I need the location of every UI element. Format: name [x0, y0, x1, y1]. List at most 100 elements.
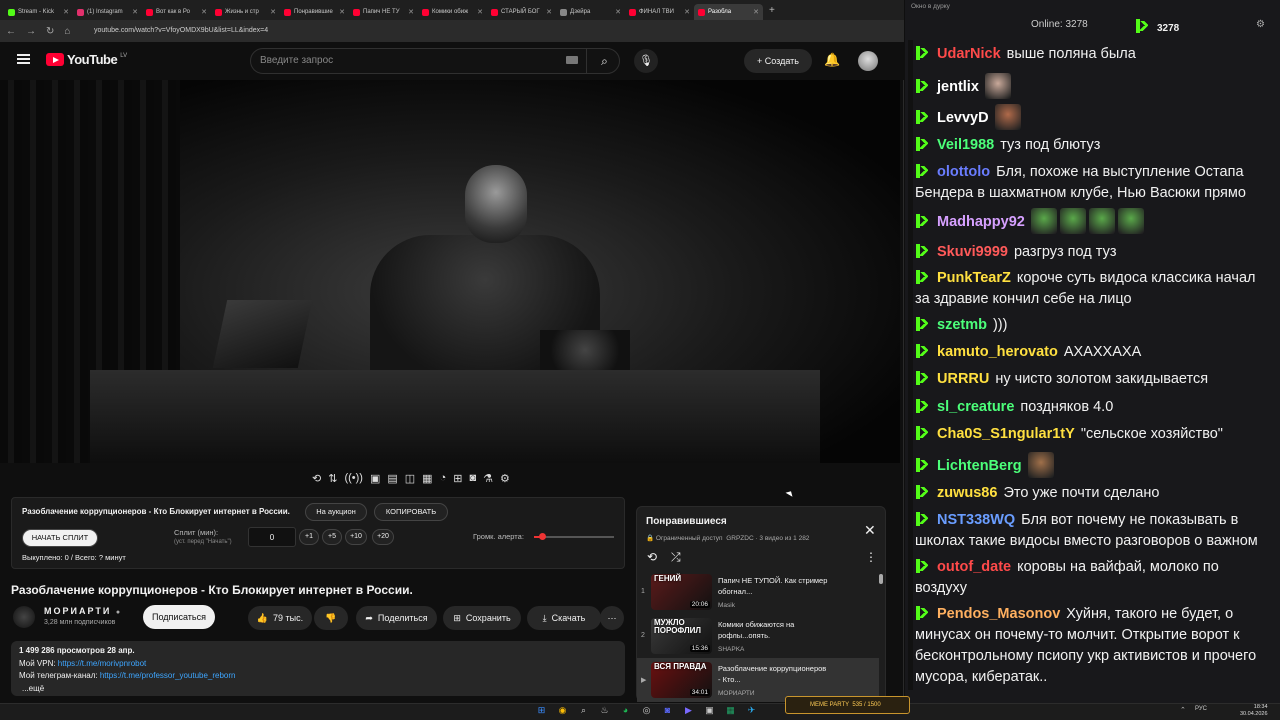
to-auction-button[interactable]: На аукцион — [305, 503, 367, 521]
channel-avatar[interactable] — [13, 606, 35, 628]
browser-tab[interactable]: Дзейра ✕ — [556, 4, 625, 20]
chat-username[interactable]: Cha0S_S1ngular1tY — [937, 426, 1075, 442]
clip-icon[interactable]: ▤ — [387, 472, 397, 485]
keyboard-language[interactable]: РУС — [1195, 706, 1207, 712]
more-actions-icon[interactable]: ⋯ — [600, 606, 624, 630]
increment-button[interactable]: +5 — [322, 529, 342, 545]
chat-username[interactable]: NST338WQ — [937, 512, 1015, 528]
playlist-loop-icon[interactable]: ⟲ — [647, 550, 657, 564]
subscribe-button[interactable]: Подписаться — [143, 605, 215, 629]
increment-button[interactable]: +20 — [372, 529, 394, 545]
search-icon[interactable]: ⌕ — [586, 48, 622, 74]
user-avatar[interactable] — [858, 51, 878, 71]
browser-tab[interactable]: Комики обиж ✕ — [418, 4, 487, 20]
screenshot-icon[interactable]: ▣ — [370, 472, 380, 485]
playlist-more-icon[interactable]: ⋮ — [865, 550, 877, 564]
chat-username[interactable]: jentlix — [937, 79, 979, 95]
settings-gear-icon[interactable]: ⚙ — [500, 472, 510, 485]
like-button[interactable]: 👍 79 тыс. — [248, 606, 312, 630]
playlist-thumbnail[interactable]: ВСЯ ПРАВДА 34:01 — [651, 662, 712, 698]
tab-close-icon[interactable]: ✕ — [201, 8, 207, 16]
channel-name[interactable]: МОРИАРТИ ● — [44, 606, 122, 616]
playlist-scrollbar[interactable] — [878, 574, 884, 694]
chat-username[interactable]: LichtenBerg — [937, 458, 1022, 474]
copy-button[interactable]: КОПИРОВАТЬ — [374, 503, 448, 521]
app-icon[interactable]: ▣ — [703, 704, 716, 717]
audio-icon[interactable]: ((•)) — [344, 472, 363, 484]
speed-icon[interactable]: ◔ — [440, 472, 447, 484]
playlist-shuffle-icon[interactable]: ⤮ — [671, 550, 681, 565]
tab-close-icon[interactable]: ✕ — [270, 8, 276, 16]
chat-username[interactable]: Skuvi9999 — [937, 244, 1008, 260]
browser-tab[interactable]: Жизнь и стр ✕ — [211, 4, 280, 20]
sort-icon[interactable]: ⇅ — [328, 472, 337, 485]
browser-tab[interactable]: СТАРЫЙ БОГ ✕ — [487, 4, 556, 20]
alert-volume-slider[interactable] — [534, 536, 614, 538]
save-button[interactable]: ⊞ Сохранить — [443, 606, 521, 630]
download-button[interactable]: ⤓ Скачать — [527, 606, 601, 630]
discord-icon[interactable]: ◙ — [661, 704, 674, 717]
chat-settings-icon[interactable]: ⚙ — [1256, 19, 1265, 30]
chat-username[interactable]: Madhappy92 — [937, 214, 1025, 230]
tab-close-icon[interactable]: ✕ — [339, 8, 345, 16]
tab-close-icon[interactable]: ✕ — [753, 8, 759, 16]
browser-tab[interactable]: (1) Instagram ✕ — [73, 4, 142, 20]
telegram-icon[interactable]: ✈ — [745, 704, 758, 717]
chat-scrollbar[interactable] — [908, 40, 913, 690]
playlist-thumbnail[interactable]: МУЖЛО ПОРОФЛИЛ 15:36 — [651, 618, 712, 654]
flask-icon[interactable]: ⚗ — [483, 472, 493, 485]
chat-username[interactable]: sl_creature — [937, 399, 1014, 415]
tab-close-icon[interactable]: ✕ — [408, 8, 414, 16]
tab-close-icon[interactable]: ✕ — [477, 8, 483, 16]
tab-close-icon[interactable]: ✕ — [684, 8, 690, 16]
browser-tab[interactable]: Понравившие ✕ — [280, 4, 349, 20]
back-icon[interactable]: ← — [6, 26, 16, 37]
dislike-button[interactable]: 👎 — [314, 606, 348, 630]
camera-icon[interactable]: ◙ — [469, 472, 476, 484]
microphone-icon[interactable]: 🎙 — [634, 49, 658, 73]
chat-username[interactable]: olottolo — [937, 164, 990, 180]
playlist-thumbnail[interactable]: ГЕНИЙ 20:06 — [651, 574, 712, 610]
alert-volume-knob[interactable] — [539, 533, 546, 540]
chat-username[interactable]: kamuto_herovato — [937, 344, 1058, 360]
share-button[interactable]: ➦ Поделиться — [356, 606, 437, 630]
browser-tab[interactable]: Вот как в Ро ✕ — [142, 4, 211, 20]
chat-username[interactable]: LevvyD — [937, 110, 989, 126]
playlist-title[interactable]: Понравившиеся — [646, 516, 727, 527]
obs-icon[interactable]: ◎ — [640, 704, 653, 717]
split-minutes-input[interactable]: 0 — [248, 527, 296, 547]
cinema-icon[interactable]: ▦ — [422, 472, 432, 485]
youtube-logo[interactable]: YouTube LV — [46, 52, 127, 67]
loop-icon[interactable]: ⟲ — [312, 472, 321, 485]
chat-username[interactable]: URRRU — [937, 371, 989, 387]
new-tab-button[interactable]: + — [769, 5, 775, 16]
chat-username[interactable]: UdarNick — [937, 46, 1001, 62]
browser-tab[interactable]: Stream - Kick ✕ — [4, 4, 73, 20]
search-input[interactable]: Введите запрос — [260, 55, 333, 66]
increment-button[interactable]: +10 — [345, 529, 367, 545]
keyboard-icon[interactable] — [566, 56, 578, 64]
chat-username[interactable]: zuwus86 — [937, 485, 997, 501]
clock[interactable]: 18:34 30.04.2026 — [1240, 704, 1268, 718]
chat-username[interactable]: outof_date — [937, 559, 1011, 575]
telegram-link[interactable]: https://t.me/professor_youtube_reborn — [100, 671, 236, 680]
chat-username[interactable]: szetmb — [937, 317, 987, 333]
steam-icon[interactable]: ♨ — [598, 704, 611, 717]
media-player-icon[interactable]: ▶ — [682, 704, 695, 717]
spotify-icon[interactable]: ◕ — [619, 704, 632, 717]
windows-start-icon[interactable]: ⊞ — [535, 704, 548, 717]
chat-username[interactable]: PunkTearZ — [937, 270, 1011, 286]
playlist-scroll-thumb[interactable] — [879, 574, 883, 584]
vpn-link[interactable]: https://t.me/morivpnrobot — [58, 659, 146, 668]
create-button[interactable]: + Создать — [744, 49, 812, 73]
playlist-item-title[interactable]: Комики обижаются на рофлы...опять. — [718, 619, 828, 641]
playlist-item-title[interactable]: Разоблачение коррупционеров - Кто... — [718, 663, 828, 685]
show-more-link[interactable]: ...ещё — [22, 684, 44, 693]
browser-tab[interactable]: Папич НЕ ТУ ✕ — [349, 4, 418, 20]
tab-close-icon[interactable]: ✕ — [546, 8, 552, 16]
browser-tab[interactable]: Разобла ✕ — [694, 4, 763, 20]
chrome-icon[interactable]: ◉ — [556, 704, 569, 717]
browser-tab[interactable]: ФИНАЛ ТВИ ✕ — [625, 4, 694, 20]
meme-party-widget[interactable]: MEME PARTY 535 / 1500 — [785, 696, 910, 714]
forward-icon[interactable]: → — [26, 26, 36, 37]
